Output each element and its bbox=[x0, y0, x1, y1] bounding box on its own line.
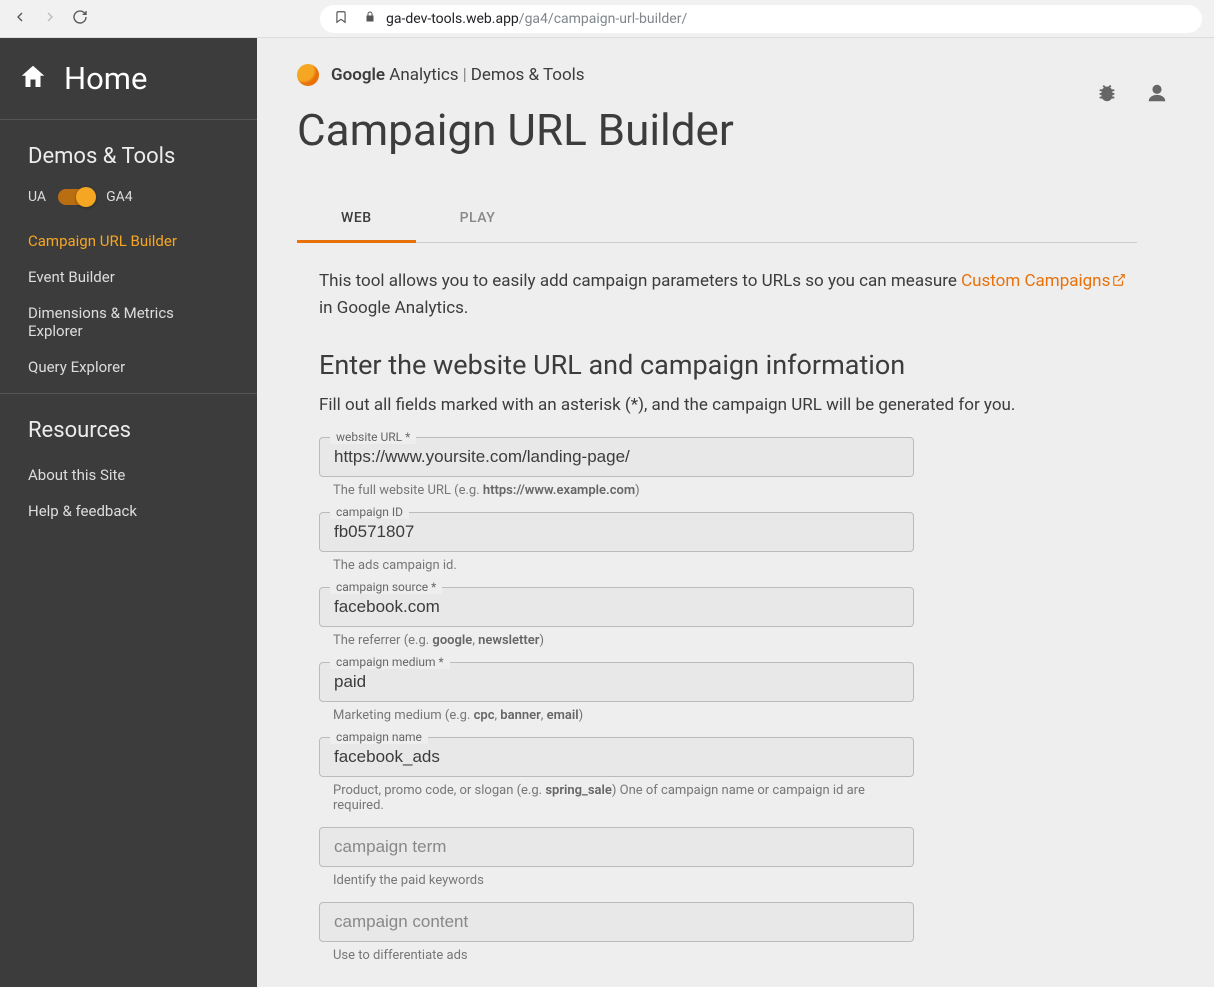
forward-icon[interactable] bbox=[42, 9, 58, 29]
campaign-source-label: campaign source * bbox=[330, 580, 442, 594]
ga-logo-icon bbox=[297, 64, 319, 86]
campaign-name-helper: Product, promo code, or slogan (e.g. spr… bbox=[333, 783, 914, 813]
sidebar-section-resources: Resources bbox=[0, 418, 257, 457]
brand-text: Google Analytics|Demos & Tools bbox=[331, 65, 585, 85]
sidebar-item-about[interactable]: About this Site bbox=[0, 457, 257, 493]
campaign-term-input[interactable] bbox=[320, 828, 913, 866]
campaign-medium-label: campaign medium * bbox=[330, 655, 450, 669]
tab-play[interactable]: PLAY bbox=[416, 196, 540, 242]
back-icon[interactable] bbox=[12, 9, 28, 29]
external-link-icon bbox=[1112, 270, 1126, 296]
browser-toolbar: ga-dev-tools.web.app/ga4/campaign-url-bu… bbox=[0, 0, 1214, 38]
home-icon bbox=[18, 62, 48, 96]
custom-campaigns-link[interactable]: Custom Campaigns bbox=[961, 271, 1126, 291]
section-heading: Enter the website URL and campaign infor… bbox=[319, 349, 1137, 381]
page-title: Campaign URL Builder bbox=[297, 104, 1137, 156]
toggle-label-ua: UA bbox=[28, 189, 46, 205]
campaign-content-helper: Use to differentiate ads bbox=[333, 948, 914, 963]
website-url-helper: The full website URL (e.g. https://www.e… bbox=[333, 483, 914, 498]
campaign-content-input[interactable] bbox=[320, 903, 913, 941]
sidebar-item-query-explorer[interactable]: Query Explorer bbox=[0, 349, 257, 385]
campaign-name-label: campaign name bbox=[330, 730, 428, 744]
sidebar-home[interactable]: Home bbox=[0, 38, 257, 120]
tab-web[interactable]: WEB bbox=[297, 196, 416, 243]
sidebar: Home Demos & Tools UA GA4 Campaign URL B… bbox=[0, 38, 257, 987]
lock-icon bbox=[364, 11, 376, 27]
user-icon[interactable] bbox=[1146, 82, 1168, 108]
bookmark-icon[interactable] bbox=[334, 10, 348, 28]
campaign-id-helper: The ads campaign id. bbox=[333, 558, 914, 573]
campaign-term-helper: Identify the paid keywords bbox=[333, 873, 914, 888]
sidebar-item-help[interactable]: Help & feedback bbox=[0, 493, 257, 529]
reload-icon[interactable] bbox=[72, 9, 88, 29]
campaign-medium-helper: Marketing medium (e.g. cpc, banner, emai… bbox=[333, 708, 914, 723]
sidebar-section-demos: Demos & Tools bbox=[0, 144, 257, 183]
toggle-label-ga4: GA4 bbox=[106, 189, 133, 205]
brand-header: Google Analytics|Demos & Tools bbox=[297, 64, 1137, 86]
intro-text: This tool allows you to easily add campa… bbox=[319, 269, 1137, 321]
url-text: ga-dev-tools.web.app/ga4/campaign-url-bu… bbox=[386, 11, 687, 27]
address-bar[interactable]: ga-dev-tools.web.app/ga4/campaign-url-bu… bbox=[320, 5, 1202, 33]
sidebar-item-dimensions-metrics[interactable]: Dimensions & Metrics Explorer bbox=[0, 295, 257, 349]
sidebar-item-campaign-url-builder[interactable]: Campaign URL Builder bbox=[0, 223, 257, 259]
sidebar-item-event-builder[interactable]: Event Builder bbox=[0, 259, 257, 295]
campaign-source-helper: The referrer (e.g. google, newsletter) bbox=[333, 633, 914, 648]
website-url-label: website URL * bbox=[330, 430, 416, 444]
campaign-id-label: campaign ID bbox=[330, 505, 409, 519]
tabs: WEB PLAY bbox=[297, 196, 1137, 243]
section-subtext: Fill out all fields marked with an aster… bbox=[319, 395, 1137, 415]
bug-icon[interactable] bbox=[1096, 82, 1118, 108]
main-content: Google Analytics|Demos & Tools Campaign … bbox=[257, 38, 1214, 987]
home-label: Home bbox=[64, 60, 147, 97]
ua-ga4-toggle[interactable] bbox=[58, 189, 94, 205]
